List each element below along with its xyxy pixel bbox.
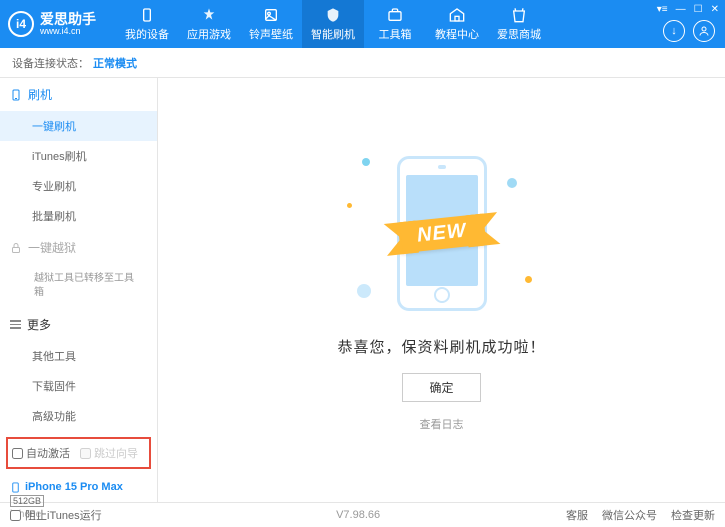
nav-icon bbox=[510, 6, 528, 24]
nav-icon bbox=[262, 6, 280, 24]
device-icon bbox=[10, 482, 21, 493]
nav-item-4[interactable]: 工具箱 bbox=[364, 0, 426, 48]
minimize-icon[interactable]: — bbox=[676, 4, 686, 15]
version-label: V7.98.66 bbox=[336, 509, 380, 521]
main-nav: 我的设备应用游戏铃声壁纸智能刷机工具箱教程中心爱思商城 bbox=[116, 0, 550, 48]
view-log-link[interactable]: 查看日志 bbox=[420, 416, 464, 432]
sidebar-section-more[interactable]: 更多 bbox=[0, 308, 157, 341]
nav-icon bbox=[448, 6, 466, 24]
nav-icon bbox=[138, 6, 156, 24]
main-content: NEW 恭喜您，保资料刷机成功啦！ 确定 查看日志 bbox=[158, 78, 725, 502]
nav-icon bbox=[200, 6, 218, 24]
logo-area: i4 爱思助手 www.i4.cn bbox=[8, 11, 96, 37]
app-url: www.i4.cn bbox=[40, 26, 96, 37]
footer-link-0[interactable]: 客服 bbox=[566, 507, 588, 523]
user-icon[interactable] bbox=[693, 20, 715, 42]
nav-item-6[interactable]: 爱思商城 bbox=[488, 0, 550, 48]
menu-icon[interactable]: ▾≡ bbox=[657, 4, 668, 15]
device-name[interactable]: iPhone 15 Pro Max bbox=[10, 481, 147, 493]
hamburger-icon bbox=[10, 318, 21, 331]
checkbox-highlight-box: 自动激活 跳过向导 bbox=[6, 437, 151, 469]
footer-link-2[interactable]: 检查更新 bbox=[671, 507, 715, 523]
footer-link-1[interactable]: 微信公众号 bbox=[602, 507, 657, 523]
lock-icon bbox=[10, 242, 22, 254]
status-label: 设备连接状态： bbox=[12, 55, 89, 71]
nav-item-2[interactable]: 铃声壁纸 bbox=[240, 0, 302, 48]
storage-badge: 512GB bbox=[10, 495, 44, 507]
nav-item-1[interactable]: 应用游戏 bbox=[178, 0, 240, 48]
success-illustration: NEW bbox=[342, 148, 542, 318]
sidebar-item-more-2[interactable]: 高级功能 bbox=[0, 401, 157, 431]
logo-icon: i4 bbox=[8, 11, 34, 37]
ok-button[interactable]: 确定 bbox=[402, 373, 480, 402]
app-header: i4 爱思助手 www.i4.cn 我的设备应用游戏铃声壁纸智能刷机工具箱教程中… bbox=[0, 0, 725, 48]
sidebar-section-jailbreak: 一键越狱 bbox=[0, 231, 157, 264]
sidebar-item-flash-0[interactable]: 一键刷机 bbox=[0, 111, 157, 141]
status-value: 正常模式 bbox=[93, 55, 137, 71]
success-message: 恭喜您，保资料刷机成功啦！ bbox=[337, 336, 545, 357]
nav-item-0[interactable]: 我的设备 bbox=[116, 0, 178, 48]
download-icon[interactable]: ↓ bbox=[663, 20, 685, 42]
sidebar-section-flash[interactable]: 刷机 bbox=[0, 78, 157, 111]
jailbreak-note: 越狱工具已转移至工具箱 bbox=[28, 266, 147, 306]
nav-icon bbox=[324, 6, 342, 24]
phone-icon bbox=[10, 89, 22, 101]
auto-activate-checkbox[interactable]: 自动激活 bbox=[12, 445, 70, 461]
close-icon[interactable]: ✕ bbox=[711, 4, 719, 15]
block-itunes-checkbox[interactable]: 阻止iTunes运行 bbox=[10, 507, 102, 523]
sidebar-item-flash-1[interactable]: iTunes刷机 bbox=[0, 141, 157, 171]
maximize-icon[interactable]: ☐ bbox=[694, 4, 703, 15]
window-controls: ▾≡ — ☐ ✕ bbox=[657, 4, 719, 15]
skip-setup-checkbox[interactable]: 跳过向导 bbox=[80, 445, 138, 461]
sidebar-item-flash-2[interactable]: 专业刷机 bbox=[0, 171, 157, 201]
nav-item-3[interactable]: 智能刷机 bbox=[302, 0, 364, 48]
app-title: 爱思助手 bbox=[40, 12, 96, 26]
sidebar-item-more-1[interactable]: 下载固件 bbox=[0, 371, 157, 401]
sidebar-item-more-0[interactable]: 其他工具 bbox=[0, 341, 157, 371]
nav-icon bbox=[386, 6, 404, 24]
status-bar: 设备连接状态： 正常模式 bbox=[0, 48, 725, 78]
sidebar: 刷机 一键刷机iTunes刷机专业刷机批量刷机 一键越狱 越狱工具已转移至工具箱… bbox=[0, 78, 158, 502]
nav-item-5[interactable]: 教程中心 bbox=[426, 0, 488, 48]
sidebar-item-flash-3[interactable]: 批量刷机 bbox=[0, 201, 157, 231]
